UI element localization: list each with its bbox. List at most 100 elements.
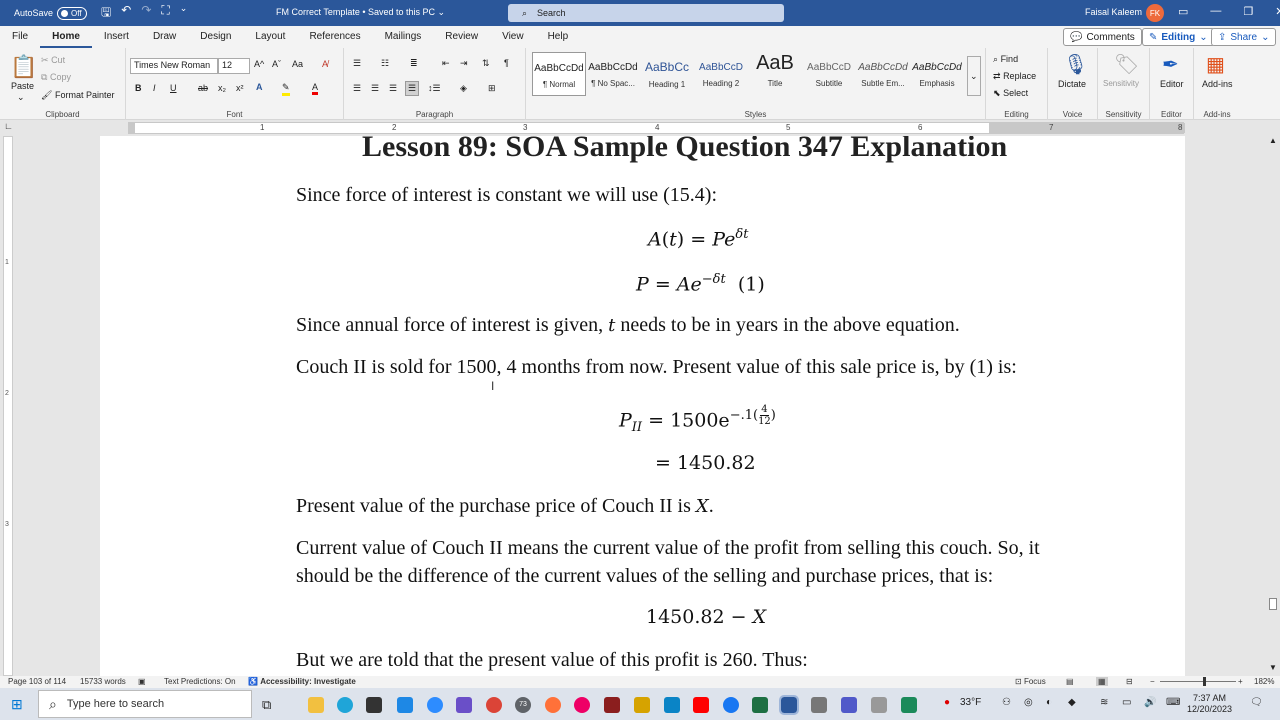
text-effects-icon[interactable]: A — [256, 82, 263, 92]
justify-icon[interactable]: ☰ — [405, 81, 420, 96]
ribbon-display-icon[interactable]: ▭ — [1178, 5, 1188, 18]
tab-home[interactable]: Home — [40, 26, 92, 48]
align-left-icon[interactable]: ☰ — [353, 83, 361, 94]
windows-start-icon[interactable]: ⊞ — [11, 696, 27, 712]
tab-view[interactable]: View — [490, 26, 536, 48]
scroll-thumb[interactable] — [1269, 598, 1277, 610]
font-color-icon[interactable]: A — [312, 82, 319, 95]
redo-icon[interactable]: ↷ — [141, 3, 151, 24]
style-emphasis[interactable]: AaBbCcDd Emphasis — [910, 52, 964, 96]
vertical-scrollbar[interactable]: ▲ ▼ — [1266, 136, 1280, 676]
app-icon[interactable] — [456, 697, 472, 713]
tab-design[interactable]: Design — [188, 26, 243, 48]
language-icon[interactable]: ⌨ — [1166, 697, 1180, 708]
ruler-track[interactable]: 1 2 3 4 5 6 7 8 — [128, 122, 1185, 134]
chrome-icon[interactable] — [486, 697, 502, 713]
horizontal-ruler[interactable]: ∟ 1 2 3 4 5 6 7 8 — [0, 120, 1280, 136]
increase-indent-icon[interactable]: ⇥ — [460, 58, 468, 69]
close-icon[interactable]: ✕ — [1275, 5, 1280, 18]
app-tray-icon[interactable]: ◆ — [1068, 697, 1076, 708]
app-tray-icon[interactable]: ◎ — [1024, 697, 1033, 708]
print-layout-icon[interactable]: ▦ — [1096, 677, 1108, 686]
zoom-thumb[interactable] — [1203, 677, 1206, 686]
scroll-up-icon[interactable]: ▲ — [1269, 136, 1277, 145]
editing-mode-button[interactable]: ✎ Editing ⌄ — [1142, 28, 1215, 46]
microphone-icon[interactable]: 🎙 — [1063, 52, 1088, 77]
chevron-down-icon[interactable]: ⌄ — [17, 92, 25, 103]
avatar[interactable]: FK — [1146, 4, 1164, 22]
dictate-button[interactable]: Dictate — [1058, 79, 1086, 89]
tab-file[interactable]: File — [0, 26, 40, 48]
firefox-icon[interactable] — [545, 697, 561, 713]
weather-icon[interactable]: ● — [944, 697, 950, 708]
proofing-icon[interactable]: ▣ — [138, 677, 146, 686]
shading-icon[interactable]: ◈ — [460, 83, 467, 94]
app-icon[interactable] — [871, 697, 887, 713]
superscript-button[interactable]: x² — [236, 83, 244, 93]
show-marks-icon[interactable]: ¶ — [504, 58, 509, 68]
network-icon[interactable]: ▭ — [1122, 697, 1131, 708]
read-mode-icon[interactable]: ▤ — [1066, 677, 1074, 686]
decrease-indent-icon[interactable]: ⇤ — [442, 58, 450, 69]
sort-icon[interactable]: ⇅ — [482, 58, 490, 69]
excel-icon[interactable] — [752, 697, 768, 713]
volume-icon[interactable]: 🔊 — [1144, 697, 1156, 708]
store-icon[interactable] — [366, 697, 382, 713]
paste-icon[interactable]: 📋 — [10, 54, 37, 80]
tab-review[interactable]: Review — [433, 26, 490, 48]
zoom-out-icon[interactable]: − — [1150, 677, 1155, 686]
find-button[interactable]: ⌕ Find — [993, 54, 1018, 65]
format-painter-button[interactable]: 🖌 Format Painter — [41, 90, 114, 101]
wifi-icon[interactable]: ≋ — [1100, 697, 1108, 708]
styles-gallery-scroll[interactable]: ⌄ — [967, 56, 981, 96]
editor-icon[interactable]: ✒ — [1162, 52, 1179, 77]
shrink-font-button[interactable]: Aˇ — [272, 59, 281, 69]
style-title[interactable]: AaB Title — [748, 52, 802, 96]
undo-icon[interactable]: ↶ — [121, 3, 131, 24]
sensitivity-icon[interactable]: 🏷 — [1114, 52, 1139, 77]
zoom-app-icon[interactable] — [427, 697, 443, 713]
font-name-combo[interactable]: Times New Roman — [130, 58, 218, 74]
share-button[interactable]: ⇪ Share ⌄ — [1211, 28, 1277, 46]
customize-qat-icon[interactable]: ⌄ — [180, 3, 188, 24]
grow-font-button[interactable]: A^ — [254, 59, 264, 69]
addins-button[interactable]: Add-ins — [1202, 79, 1233, 89]
text-predictions[interactable]: Text Predictions: On — [164, 677, 236, 686]
task-view-icon[interactable]: ⧉ — [262, 697, 278, 713]
save-icon[interactable]: 🖫 — [101, 3, 111, 24]
tab-references[interactable]: References — [297, 26, 372, 48]
style-no-spacing[interactable]: AaBbCcDd ¶ No Spac... — [586, 52, 640, 96]
app-icon[interactable] — [634, 697, 650, 713]
subscript-button[interactable]: x₂ — [218, 83, 226, 93]
accessibility-status[interactable]: ♿ Accessibility: Investigate — [248, 677, 356, 686]
clear-formatting-icon[interactable]: A̸ — [322, 59, 328, 69]
numbering-icon[interactable]: ☷ — [381, 58, 389, 69]
style-heading-2[interactable]: AaBbCcD Heading 2 — [694, 52, 748, 96]
align-right-icon[interactable]: ☰ — [389, 83, 397, 94]
comments-button[interactable]: 💬 Comments — [1063, 28, 1142, 46]
autosave-toggle[interactable]: Off — [57, 6, 88, 20]
people-icon[interactable]: ⚇ — [1002, 697, 1011, 708]
minimize-icon[interactable]: — — [1210, 5, 1221, 18]
underline-button[interactable]: U — [170, 83, 177, 93]
vertical-ruler[interactable]: 1 2 3 — [0, 136, 16, 676]
app-icon[interactable] — [397, 697, 413, 713]
touch-mode-icon[interactable]: ⛶ — [161, 3, 169, 24]
app-badge-icon[interactable]: 73 — [515, 697, 531, 713]
select-button[interactable]: ⬉ Select — [993, 88, 1028, 99]
tab-mailings[interactable]: Mailings — [373, 26, 434, 48]
document-title[interactable]: FM Correct Template • Saved to this PC ⌄ — [276, 7, 445, 18]
focus-button[interactable]: ⊡ Focus — [1015, 677, 1046, 686]
copy-button[interactable]: ⧉ Copy — [41, 72, 71, 83]
tab-help[interactable]: Help — [536, 26, 581, 48]
cut-button[interactable]: ✂ Cut — [41, 55, 65, 66]
addins-icon[interactable]: ▦ — [1206, 52, 1225, 77]
style-subtitle[interactable]: AaBbCcD Subtitle — [802, 52, 856, 96]
taskbar-search[interactable]: ⌕ Type here to search — [38, 690, 252, 718]
facebook-icon[interactable] — [723, 697, 739, 713]
document-page[interactable]: Lesson 89: SOA Sample Question 347 Expla… — [100, 136, 1185, 676]
paste-button[interactable]: Paste — [11, 81, 34, 91]
word-icon[interactable] — [779, 695, 799, 715]
multilevel-list-icon[interactable]: ≣ — [410, 58, 418, 69]
line-spacing-icon[interactable]: ↕☰ — [428, 83, 441, 94]
